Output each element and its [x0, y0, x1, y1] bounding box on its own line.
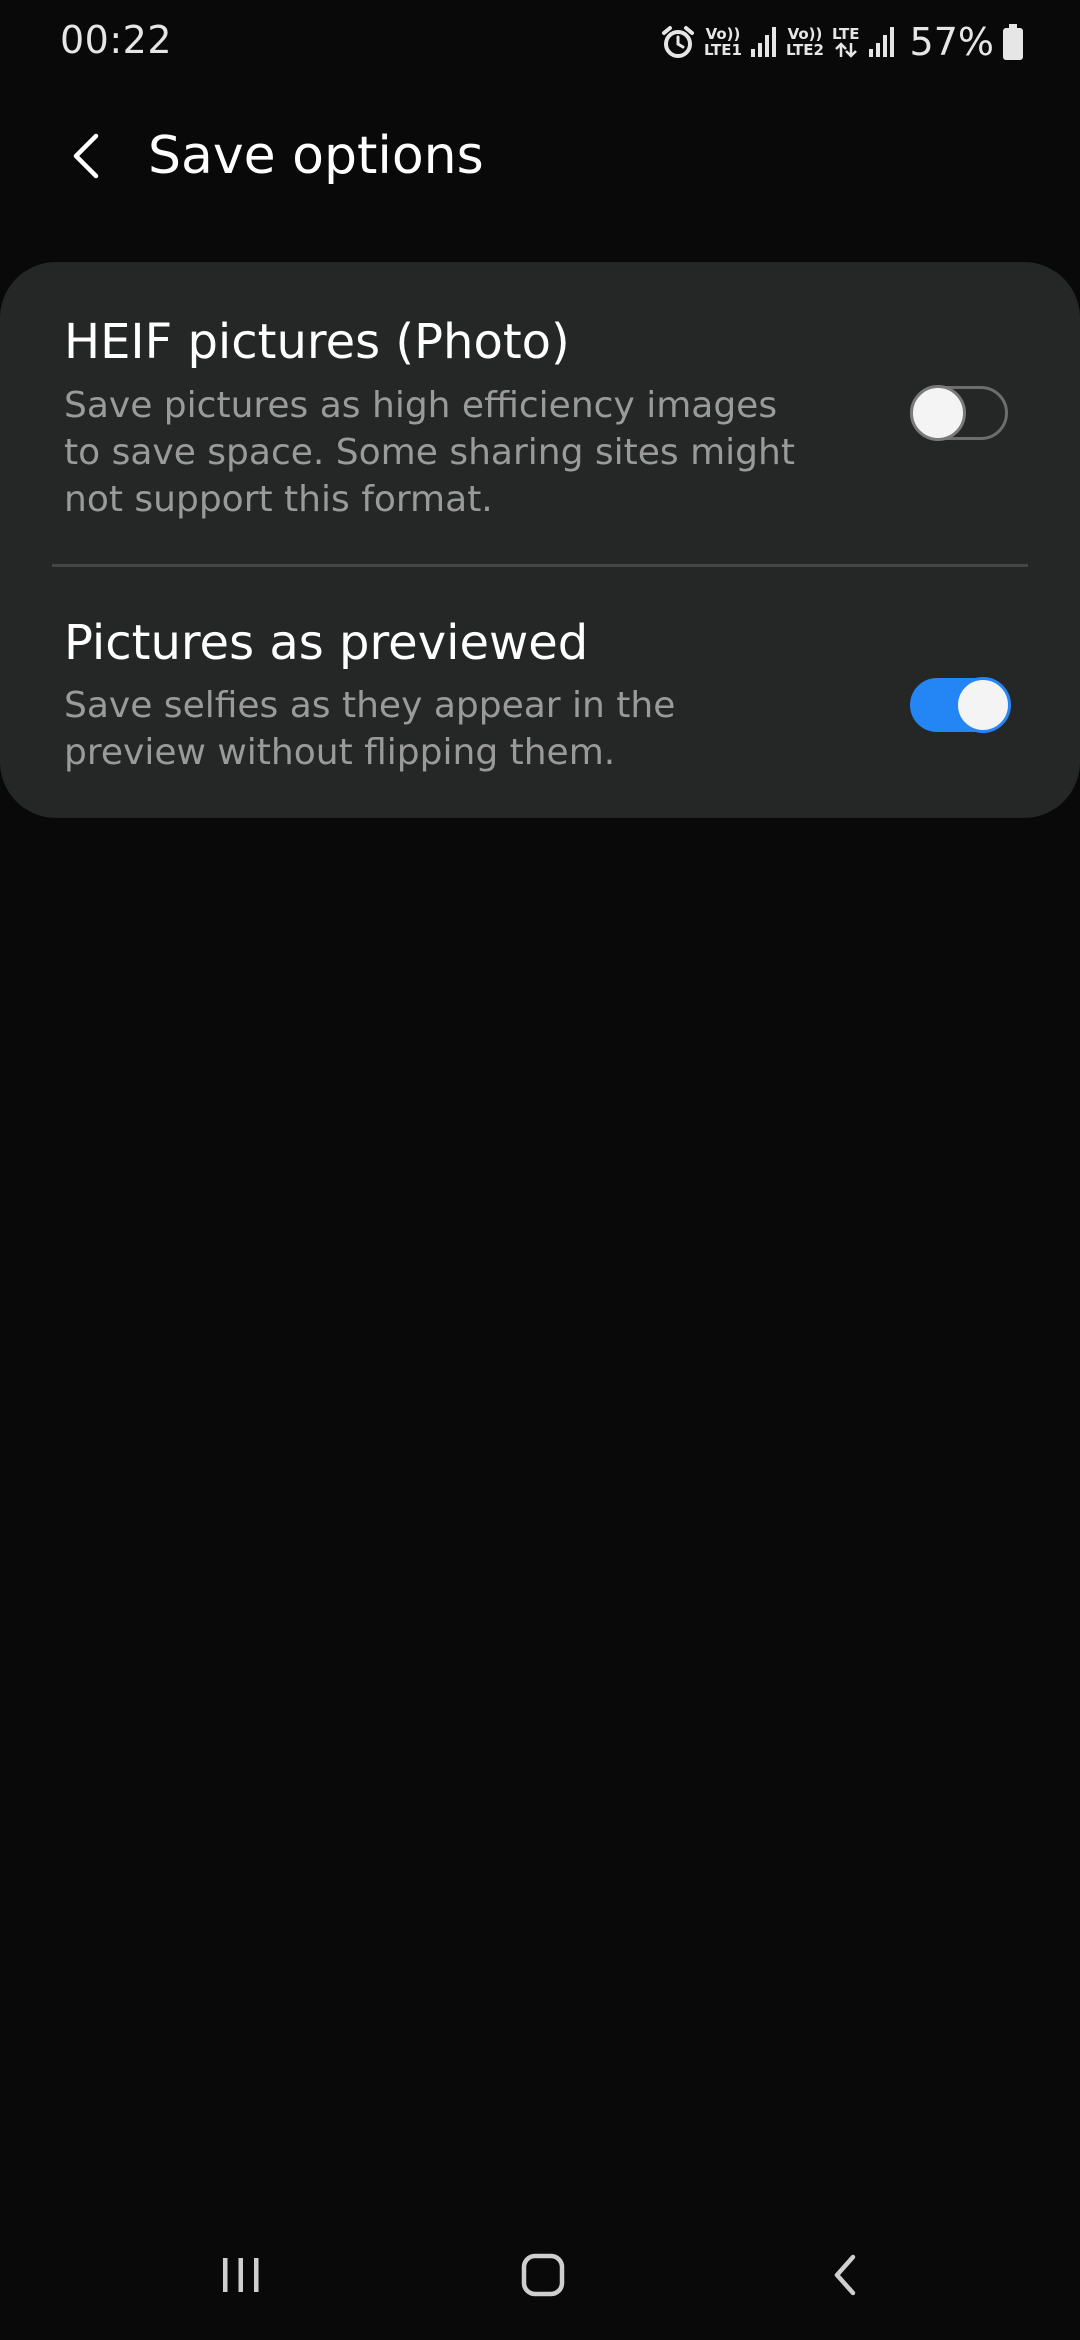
home-button[interactable] — [498, 2240, 588, 2310]
status-time: 00:22 — [60, 18, 173, 62]
setting-description: Save pictures as high efficiency images … — [64, 385, 795, 520]
signal-icon — [750, 27, 776, 57]
battery-icon — [1003, 24, 1023, 60]
signal-icon — [868, 27, 894, 57]
sim2-label: Vo)) LTE2 — [786, 26, 824, 58]
sim1-label: Vo)) LTE1 — [704, 26, 742, 58]
toggle-knob — [910, 385, 966, 441]
sim2-volte-text: Vo)) — [787, 25, 823, 43]
page-title: Save options — [148, 126, 484, 186]
status-bar: 00:22 Vo)) LTE1 Vo)) LTE2 LTE 57% — [0, 0, 1080, 84]
toggle-knob — [955, 677, 1011, 733]
setting-pictures-as-previewed[interactable]: Pictures as previewed Save selfies as th… — [0, 567, 1080, 818]
screen: 00:22 Vo)) LTE1 Vo)) LTE2 LTE 57% Save o… — [0, 0, 1080, 2340]
setting-title: HEIF pictures (Photo) — [64, 314, 570, 370]
alarm-icon — [661, 26, 694, 58]
navigation-bar — [0, 2220, 1080, 2340]
status-icons: Vo)) LTE1 Vo)) LTE2 LTE 57% — [660, 14, 1024, 70]
back-icon — [834, 2254, 856, 2296]
heif-toggle[interactable] — [910, 385, 1008, 441]
battery-percent: 57% — [909, 20, 994, 64]
recents-icon — [223, 2258, 259, 2292]
home-icon — [521, 2253, 565, 2297]
setting-title: Pictures as previewed — [64, 615, 589, 671]
back-nav-button[interactable] — [800, 2240, 890, 2310]
setting-description: Save selfies as they appear in the previ… — [64, 685, 676, 773]
sim1-lte-text: LTE1 — [703, 41, 742, 59]
app-header: Save options — [0, 100, 1080, 220]
setting-heif-pictures[interactable]: HEIF pictures (Photo) Save pictures as h… — [0, 262, 1080, 564]
recents-button[interactable] — [196, 2240, 286, 2310]
pictures-as-previewed-toggle[interactable] — [910, 677, 1011, 733]
chevron-left-icon — [73, 133, 99, 179]
data-lte-text: LTE — [831, 25, 860, 43]
back-button[interactable] — [50, 120, 122, 192]
settings-card: HEIF pictures (Photo) Save pictures as h… — [0, 262, 1080, 818]
data-indicator: LTE — [832, 26, 860, 58]
sim2-lte-text: LTE2 — [785, 41, 824, 59]
sim1-volte-text: Vo)) — [705, 25, 741, 43]
data-arrows-icon — [834, 42, 857, 58]
